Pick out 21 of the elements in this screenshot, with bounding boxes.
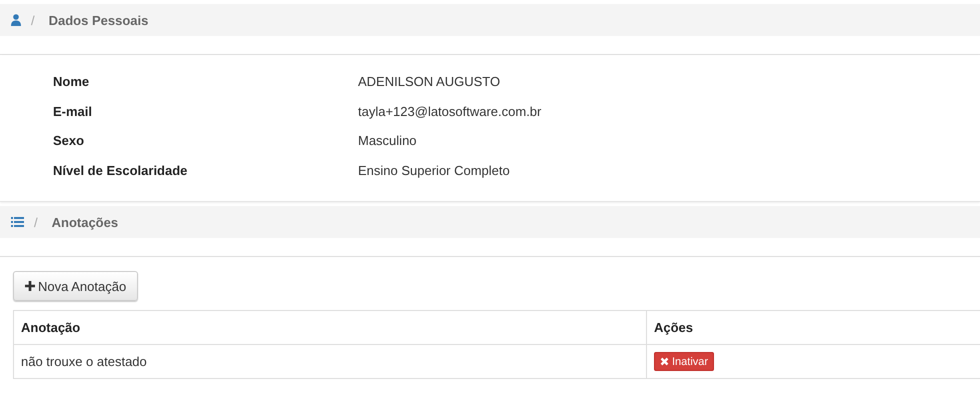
field-value: Masculino	[358, 133, 417, 148]
field-value: ADENILSON AUGUSTO	[358, 74, 500, 90]
table-cell: não trouxe o atestado	[14, 344, 646, 379]
close-icon	[660, 357, 669, 366]
section-title: Anotações	[52, 214, 118, 230]
plus-icon	[25, 281, 35, 292]
column-header: Anotação	[14, 310, 646, 345]
breadcrumb-separator: /	[34, 214, 38, 230]
field-label: Sexo	[52, 133, 86, 148]
column-header: Ações	[646, 310, 980, 345]
list-icon	[11, 217, 24, 228]
field-value: Ensino Superior Completo	[358, 163, 510, 178]
field-label: Nome	[52, 74, 90, 90]
deactivate-button[interactable]: Inativar	[654, 352, 714, 372]
new-note-button[interactable]: Nova Anotação	[13, 271, 138, 302]
section-title: Dados Pessoais	[48, 12, 148, 28]
field-value: tayla+123@latosoftware.com.br	[358, 104, 542, 119]
field-label: E-mail	[52, 104, 94, 119]
field-label: Nível de Escolaridade	[52, 163, 188, 178]
user-icon	[11, 14, 21, 26]
breadcrumb-separator: /	[31, 12, 35, 28]
